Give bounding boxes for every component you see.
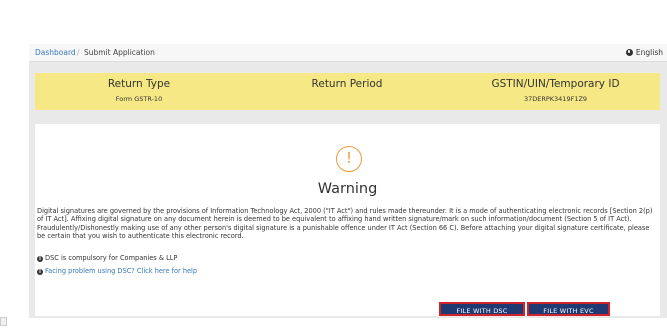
globe-icon: [625, 49, 633, 56]
status-bar-url: [0, 317, 8, 326]
info-icon: i: [37, 269, 43, 275]
info-icon: i: [37, 256, 43, 262]
return-period-header: Return Period: [311, 78, 383, 90]
file-with-evc-button[interactable]: FILE WITH EVC: [527, 302, 610, 316]
breadcrumb-dashboard-link[interactable]: Dashboard: [35, 44, 76, 61]
exclamation-circle-icon: !: [336, 146, 362, 172]
return-type-header: Return Type: [107, 78, 171, 90]
warning-card: ! Warning Digital signatures are governe…: [35, 124, 660, 316]
return-summary-banner: Return Type Form GSTR-10 Return Period G…: [35, 73, 660, 110]
breadcrumb-current: Submit Application: [84, 48, 155, 57]
dsc-compulsory-note: i DSC is compulsory for Companies & LLP: [37, 254, 177, 262]
dsc-note-text: DSC is compulsory for Companies & LLP: [45, 254, 178, 262]
return-type-value: Form GSTR-10: [115, 95, 163, 103]
language-selector[interactable]: English: [625, 44, 663, 61]
return-type-column: Return Type Form GSTR-10: [35, 73, 243, 103]
gstin-value: 37DERPK3419F1Z9: [523, 95, 588, 103]
file-with-dsc-button[interactable]: FILE WITH DSC: [439, 302, 525, 316]
gstin-header: GSTIN/UIN/Temporary ID: [491, 78, 620, 90]
warning-title: Warning: [317, 181, 378, 197]
breadcrumb-bar: Dashboard / Submit Application English: [29, 44, 667, 62]
language-label: English: [635, 48, 663, 57]
application-frame: Dashboard / Submit Application English R…: [29, 44, 667, 318]
breadcrumb-separator: /: [77, 48, 80, 57]
return-period-column: Return Period: [243, 73, 451, 95]
dsc-help-link[interactable]: Facing problem using DSC? Click here for…: [45, 267, 197, 275]
gstin-column: GSTIN/UIN/Temporary ID 37DERPK3419F1Z9: [451, 73, 660, 103]
dsc-help-row: i Facing problem using DSC? Click here fo…: [37, 267, 197, 275]
warning-body-text: Digital signatures are governed by the p…: [37, 207, 653, 241]
